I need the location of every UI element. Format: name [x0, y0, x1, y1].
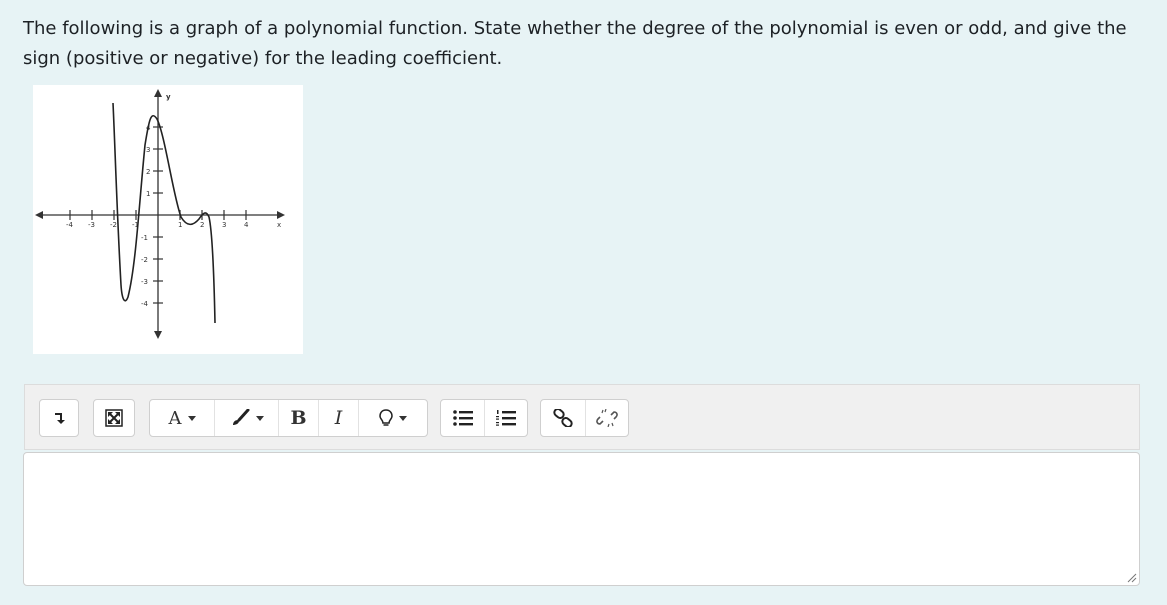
- editor-toolbar: A B I: [24, 384, 1140, 450]
- resize-handle-icon[interactable]: [1127, 573, 1137, 583]
- italic-button[interactable]: I: [318, 400, 358, 436]
- toolbar-group-links: [540, 399, 629, 437]
- accessibility-helper-button[interactable]: [358, 400, 427, 436]
- lightbulb-icon: [379, 409, 393, 426]
- x-tick-label: -3: [88, 221, 95, 229]
- y-tick-label: -1: [141, 234, 148, 242]
- y-tick-label: 3: [146, 146, 150, 154]
- y-tick-label: -4: [141, 300, 149, 308]
- paintbrush-icon: [232, 409, 249, 425]
- link-button[interactable]: [541, 400, 585, 436]
- level-down-icon: [55, 413, 65, 424]
- font-family-button[interactable]: A: [150, 400, 214, 436]
- link-icon: [553, 409, 573, 427]
- toolbar-group-fullscreen: [93, 399, 135, 437]
- toolbar-group-lists: [440, 399, 528, 437]
- caret-down-icon: [187, 415, 196, 421]
- answer-editor-content[interactable]: [34, 461, 1129, 577]
- x-tick-label: 3: [222, 221, 226, 229]
- fullscreen-button[interactable]: [94, 400, 134, 436]
- caret-down-icon: [399, 415, 407, 421]
- unordered-list-button[interactable]: [441, 400, 484, 436]
- y-tick-label: 1: [146, 190, 150, 198]
- numbered-list-icon: [496, 410, 516, 426]
- x-tick-label: 2: [200, 221, 204, 229]
- polynomial-curve: [112, 102, 216, 324]
- toolbar-group-toggle: [39, 399, 79, 437]
- polynomial-graph-image: -4 -3 -2 -1 1 2 3 4 4 3 2 1 -1 -2 -3 -4 …: [33, 85, 303, 354]
- unlink-icon: [595, 409, 618, 427]
- show-more-buttons-button[interactable]: [40, 400, 78, 436]
- x-tick-label: -2: [110, 221, 117, 229]
- y-tick-label: 2: [146, 168, 150, 176]
- y-axis-label: y: [166, 93, 171, 101]
- x-tick-label: 1: [178, 221, 182, 229]
- answer-editor[interactable]: [23, 452, 1140, 586]
- bold-label: B: [290, 407, 307, 429]
- y-tick-label: -3: [141, 278, 148, 286]
- ordered-list-button[interactable]: [484, 400, 527, 436]
- question-text: The following is a graph of a polynomial…: [23, 18, 1127, 69]
- y-tick-label: -2: [141, 256, 148, 264]
- font-family-label: A: [168, 407, 182, 429]
- unlink-button[interactable]: [584, 400, 629, 436]
- bold-button[interactable]: B: [278, 400, 318, 436]
- italic-label: I: [334, 407, 343, 429]
- caret-down-icon: [255, 415, 264, 421]
- x-tick-label: 4: [244, 221, 249, 229]
- x-tick-label: -4: [66, 221, 74, 229]
- toolbar-group-style: A B I: [149, 399, 428, 437]
- text-color-button[interactable]: [214, 400, 278, 436]
- bullet-list-icon: [452, 410, 473, 426]
- x-axis-label: x: [277, 221, 281, 229]
- expand-arrows-icon: [105, 409, 123, 427]
